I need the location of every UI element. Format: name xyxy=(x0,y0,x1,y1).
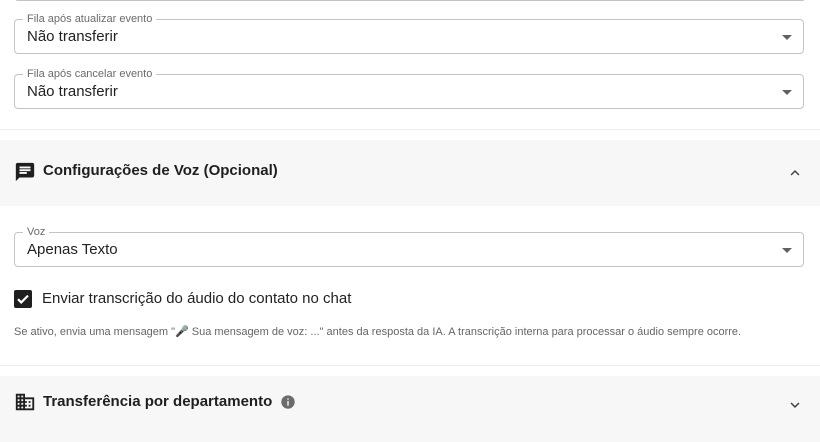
transcription-helper-text: Se ativo, envia uma mensagem "🎤 Sua mens… xyxy=(14,326,742,338)
queue-after-update-select[interactable]: Fila após atualizar evento Não transferi… xyxy=(14,13,804,54)
previous-field-edge xyxy=(14,0,806,1)
voice-select[interactable]: Voz Apenas Texto xyxy=(14,226,804,267)
transcription-checkbox[interactable] xyxy=(14,290,32,308)
chevron-down-icon[interactable] xyxy=(786,396,804,414)
voice-label: Voz xyxy=(23,226,50,239)
voice-section-header[interactable]: Configurações de Voz (Opcional) xyxy=(0,140,820,206)
dropdown-arrow-icon[interactable] xyxy=(782,90,792,95)
dropdown-arrow-icon[interactable] xyxy=(782,248,792,253)
section-divider xyxy=(0,129,820,130)
department-section-header[interactable]: Transferência por departamento xyxy=(0,376,820,442)
info-icon[interactable] xyxy=(280,394,296,410)
transcription-checkbox-label[interactable]: Enviar transcrição do áudio do contato n… xyxy=(42,290,351,308)
chat-message-icon xyxy=(15,162,35,182)
department-section-title: Transferência por departamento xyxy=(43,393,273,410)
building-icon xyxy=(15,393,35,411)
voice-section-title: Configurações de Voz (Opcional) xyxy=(43,162,278,179)
chevron-up-icon[interactable] xyxy=(786,164,804,182)
queue-after-cancel-value: Não transferir xyxy=(27,83,118,100)
queue-after-cancel-label: Fila após cancelar evento xyxy=(23,68,157,81)
dropdown-arrow-icon[interactable] xyxy=(782,35,792,40)
queue-after-update-label: Fila após atualizar evento xyxy=(23,13,157,26)
queue-after-update-value: Não transferir xyxy=(27,28,118,45)
voice-value: Apenas Texto xyxy=(27,241,118,258)
section-divider xyxy=(0,365,820,366)
queue-after-cancel-select[interactable]: Fila após cancelar evento Não transferir xyxy=(14,68,804,109)
